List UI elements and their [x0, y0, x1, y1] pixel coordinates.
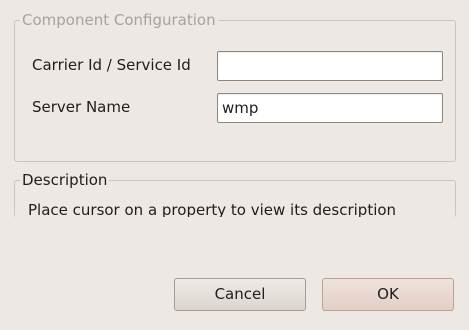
component-configuration-group: [14, 20, 456, 162]
carrier-id-label: Carrier Id / Service Id: [32, 56, 191, 74]
component-configuration-dialog: Component Configuration Carrier Id / Ser…: [0, 0, 469, 330]
carrier-id-input[interactable]: [217, 51, 443, 81]
description-legend: Description: [20, 171, 110, 189]
cancel-button[interactable]: Cancel: [174, 278, 306, 311]
description-text: Place cursor on a property to view its d…: [28, 201, 397, 217]
server-name-input[interactable]: [217, 93, 443, 123]
server-name-label: Server Name: [32, 98, 131, 116]
ok-button[interactable]: OK: [322, 278, 454, 311]
component-configuration-legend: Component Configuration: [20, 11, 218, 29]
